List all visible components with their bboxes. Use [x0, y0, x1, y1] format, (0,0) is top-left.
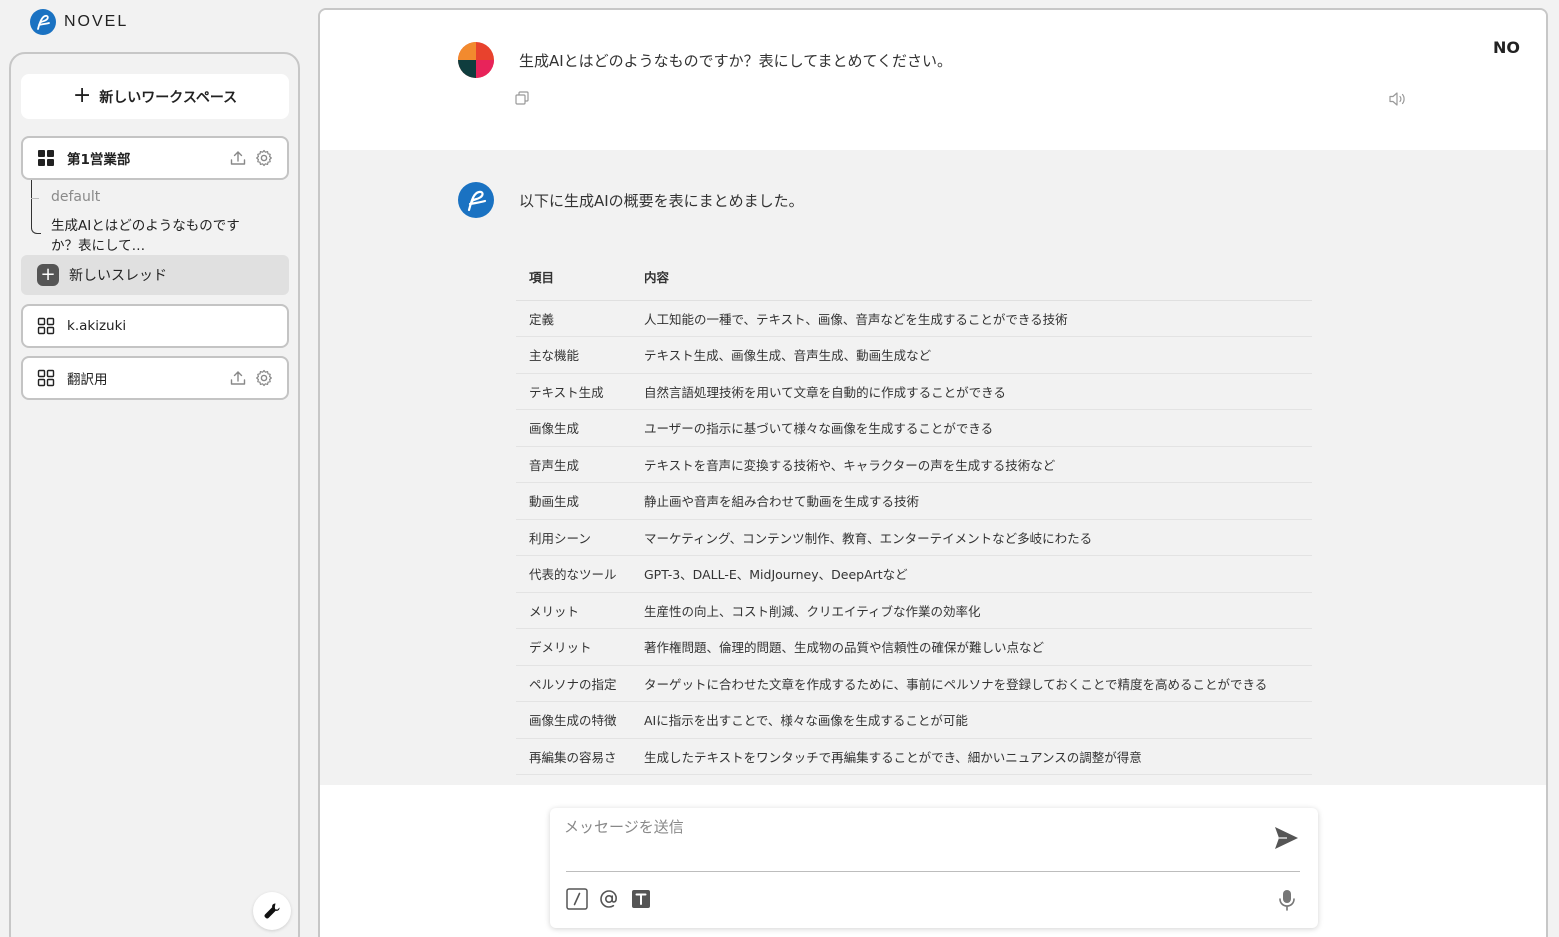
table-row: テキスト生成 自然言語処理技術を用いて文章を自動的に作成することができる	[516, 373, 1312, 410]
table-cell-content: GPT-3、DALL-E、MidJourney、DeepArtなど	[636, 555, 1312, 593]
table-cell-content: テキストを音声に変換する技術や、キャラクターの声を生成する技術など	[636, 446, 1312, 483]
table-row: デメリット 著作権問題、倫理的問題、生成物の品質や信頼性の確保が難しい点など	[516, 628, 1312, 666]
tree-connector	[31, 180, 41, 234]
table-cell-item: 画像生成	[516, 409, 636, 447]
thread-default-label[interactable]: default	[51, 189, 100, 205]
table-cell-item: 音声生成	[516, 446, 636, 483]
table-cell-content: ユーザーの指示に基づいて様々な画像を生成することができる	[636, 409, 1312, 447]
table-cell-content: マーケティング、コンテンツ制作、教育、エンターテイメントなど多岐にわたる	[636, 519, 1312, 556]
mention-button[interactable]	[598, 888, 620, 910]
table-row: 画像生成の特徴 AIに指示を出すことで、様々な画像を生成することが可能	[516, 701, 1312, 739]
user-message-text: 生成AIとはどのようなものですか？表にしてまとめてください。	[519, 52, 953, 70]
table-row: 利用シーン マーケティング、コンテンツ制作、教育、エンターテイメントなど多岐にわた…	[516, 519, 1312, 556]
table-row: 音声生成 テキストを音声に変換する技術や、キャラクターの声を生成する技術など	[516, 446, 1312, 483]
upload-icon[interactable]	[229, 369, 247, 387]
table-cell-content: 生成したテキストをワンタッチで再編集することができ、細かいニュアンスの調整が得意	[636, 738, 1312, 775]
composer-tools	[566, 888, 652, 910]
table-cell-item: 定義	[516, 300, 636, 337]
grid-outline-icon	[37, 369, 55, 387]
copy-icon[interactable]	[514, 90, 530, 106]
message-composer	[550, 808, 1318, 928]
table-header-row: 項目 内容	[516, 254, 1312, 301]
assistant-intro-text: 以下に生成AIの概要を表にまとめました。	[519, 192, 804, 210]
novel-logo-icon	[30, 9, 56, 35]
assistant-message: 以下に生成AIの概要を表にまとめました。 項目 内容 定義 人工知能の一種で、テキ…	[320, 150, 1546, 785]
workspace-item-honyaku[interactable]: 翻訳用	[21, 356, 289, 400]
table-row: 代表的なツール GPT-3、DALL-E、MidJourney、DeepArtなど	[516, 555, 1312, 593]
user-message: 生成AIとはどのようなものですか？表にしてまとめてください。	[320, 10, 1546, 150]
logo-text: NOVEL	[64, 13, 129, 30]
table-cell-content: 人工知能の一種で、テキスト、画像、音声などを生成することができる技術	[636, 300, 1312, 337]
table-row: メリット 生産性の向上、コスト削減、クリエイティブな作業の効率化	[516, 592, 1312, 629]
user-initials[interactable]: NO	[1493, 38, 1520, 57]
new-thread-label: 新しいスレッド	[69, 268, 167, 284]
thread-item[interactable]: 生成AIとはどのようなものですか？表にして…	[51, 216, 261, 256]
new-thread-button[interactable]: + 新しいスレッド	[21, 255, 289, 295]
text-format-button[interactable]	[630, 888, 652, 910]
upload-icon[interactable]	[229, 149, 247, 167]
table-header: 項目	[516, 254, 636, 301]
table-row: 主な機能 テキスト生成、画像生成、音声生成、動画生成など	[516, 336, 1312, 374]
grid-filled-icon	[38, 150, 54, 166]
plus-icon: +	[37, 264, 59, 286]
table-cell-content: ターゲットに合わせた文章を作成するために、事前にペルソナを登録しておくことで精度…	[636, 665, 1312, 702]
at-sign-icon	[600, 890, 617, 908]
sidebar: + 新しいワークスペース 第1営業部 default 生成AIとはどのようなもの…	[9, 52, 300, 937]
speaker-icon[interactable]	[1388, 90, 1408, 108]
thread-tree: default 生成AIとはどのようなものですか？表にして…	[21, 180, 289, 256]
composer-divider	[566, 871, 1300, 872]
gear-icon[interactable]	[255, 369, 273, 387]
table-cell-item: 再編集の容易さ	[516, 738, 636, 775]
workspace-item-k-akizuki[interactable]: k.akizuki	[21, 304, 289, 348]
user-avatar	[458, 42, 494, 78]
gear-icon[interactable]	[255, 149, 273, 167]
new-workspace-button[interactable]: + 新しいワークスペース	[21, 74, 289, 119]
table-cell-item: メリット	[516, 592, 636, 629]
tools-button[interactable]	[253, 892, 291, 930]
logo: NOVEL	[30, 9, 128, 35]
table-cell-item: デメリット	[516, 628, 636, 666]
summary-table: 項目 内容 定義 人工知能の一種で、テキスト、画像、音声などを生成することができる…	[516, 254, 1312, 775]
table-cell-item: 動画生成	[516, 482, 636, 520]
table-cell-item: 利用シーン	[516, 519, 636, 556]
app-root: NOVEL + 新しいワークスペース 第1営業部 default 生成AIとはど…	[0, 0, 1559, 937]
slash-command-button[interactable]	[566, 888, 588, 910]
table-row: 動画生成 静止画や音声を組み合わせて動画を生成する技術	[516, 482, 1312, 520]
table-cell-item: テキスト生成	[516, 373, 636, 410]
plus-icon: +	[72, 82, 92, 108]
novel-avatar-icon	[458, 182, 494, 218]
table-cell-item: ペルソナの指定	[516, 665, 636, 702]
table-row: 定義 人工知能の一種で、テキスト、画像、音声などを生成することができる技術	[516, 300, 1312, 337]
table-cell-content: 生産性の向上、コスト削減、クリエイティブな作業の効率化	[636, 592, 1312, 629]
grid-outline-icon	[37, 317, 55, 335]
workspace-item-dai1-eigyobu[interactable]: 第1営業部	[21, 136, 289, 180]
workspace-name: 第1営業部	[67, 152, 131, 168]
table-cell-content: 自然言語処理技術を用いて文章を自動的に作成することができる	[636, 373, 1312, 410]
text-format-icon	[632, 890, 650, 908]
slash-command-icon	[566, 888, 588, 910]
wrench-icon	[264, 903, 280, 919]
table-cell-item: 主な機能	[516, 336, 636, 374]
message-input[interactable]	[564, 816, 1254, 866]
table-cell-content: 著作権問題、倫理的問題、生成物の品質や信頼性の確保が難しい点など	[636, 628, 1312, 666]
table-row: 再編集の容易さ 生成したテキストをワンタッチで再編集することができ、細かいニュアン…	[516, 738, 1312, 775]
send-icon[interactable]	[1272, 824, 1300, 852]
table-cell-item: 代表的なツール	[516, 555, 636, 593]
table-cell-content: 静止画や音声を組み合わせて動画を生成する技術	[636, 482, 1312, 520]
workspace-name: 翻訳用	[67, 372, 108, 388]
microphone-icon[interactable]	[1276, 888, 1298, 912]
table-row: ペルソナの指定 ターゲットに合わせた文章を作成するために、事前にペルソナを登録して…	[516, 665, 1312, 702]
tree-tick	[31, 198, 39, 199]
table-row: 画像生成 ユーザーの指示に基づいて様々な画像を生成することができる	[516, 409, 1312, 447]
new-workspace-label: 新しいワークスペース	[99, 89, 238, 106]
workspace-name: k.akizuki	[67, 318, 127, 334]
table-header: 内容	[636, 254, 1312, 301]
table-cell-content: AIに指示を出すことで、様々な画像を生成することが可能	[636, 701, 1312, 739]
table-cell-item: 画像生成の特徴	[516, 701, 636, 739]
chat-panel: 生成AIとはどのようなものですか？表にしてまとめてください。 NO 以下に生成A…	[318, 8, 1548, 937]
table-cell-content: テキスト生成、画像生成、音声生成、動画生成など	[636, 336, 1312, 374]
